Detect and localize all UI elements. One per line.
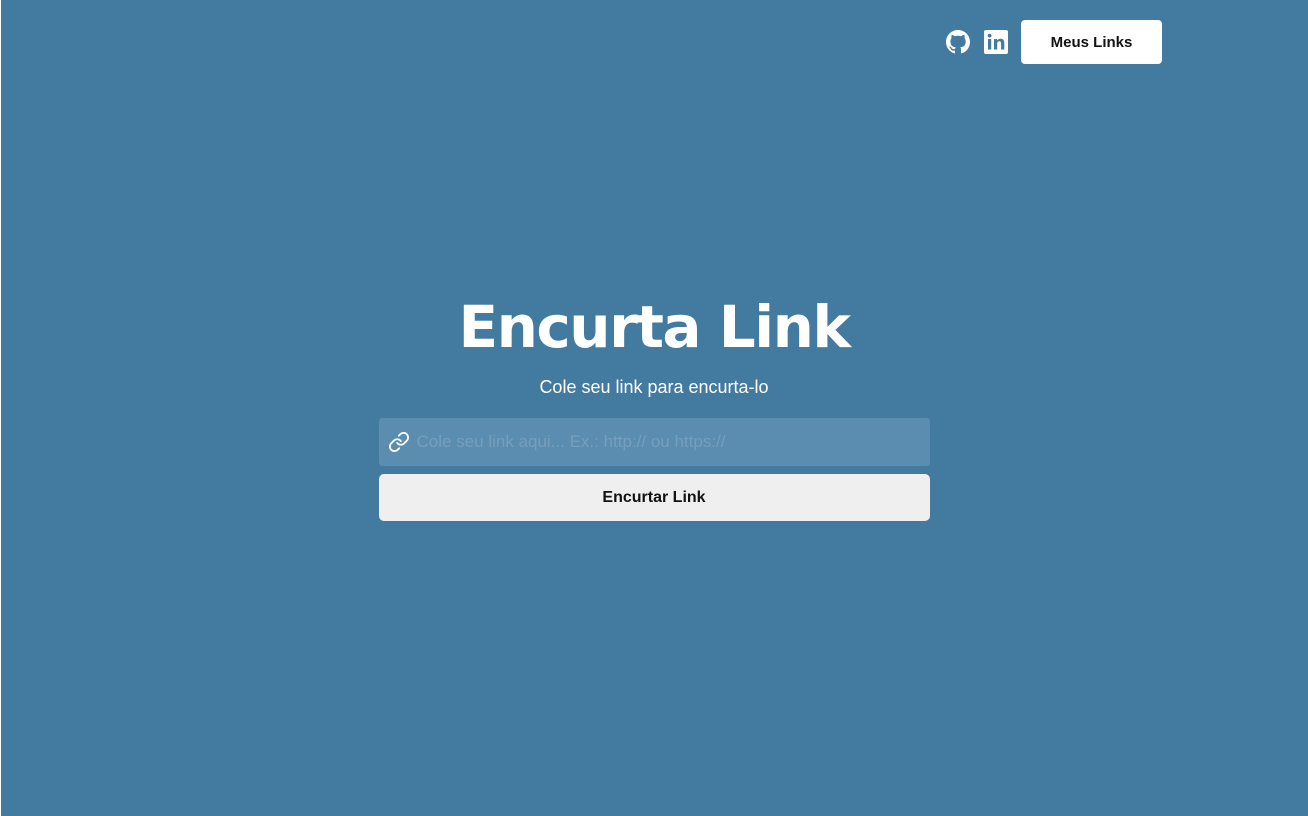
linkedin-icon xyxy=(984,30,1008,54)
encurtar-link-button[interactable]: Encurtar Link xyxy=(378,474,930,521)
page-subtitle: Cole seu link para encurta-lo xyxy=(539,377,769,397)
main-content: Encurta Link Cole seu link para encurta-… xyxy=(0,292,1308,521)
github-link[interactable] xyxy=(946,30,970,54)
meus-links-button[interactable]: Meus Links xyxy=(1021,20,1162,64)
linkedin-link[interactable] xyxy=(984,30,1008,54)
url-input[interactable] xyxy=(410,418,930,466)
github-icon xyxy=(946,30,970,54)
top-nav: Meus Links xyxy=(946,20,1162,64)
page-title: Encurta Link xyxy=(458,293,851,361)
url-input-container[interactable] xyxy=(378,418,930,466)
link-icon xyxy=(387,430,411,454)
